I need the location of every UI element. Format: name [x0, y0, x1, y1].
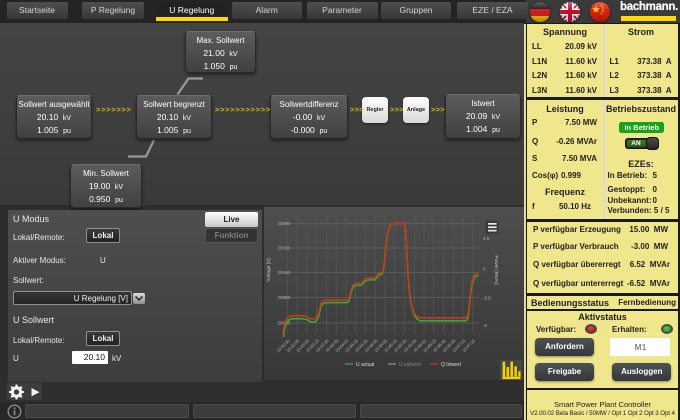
svg-text:Voltage [V]: Voltage [V] — [266, 258, 272, 281]
svg-text:20100: 20100 — [277, 270, 290, 275]
svg-text:Q Istwert: Q Istwert — [441, 362, 462, 368]
svg-text:-5: -5 — [483, 323, 487, 328]
svg-text:-2.5: -2.5 — [483, 296, 491, 301]
svg-text:20200: 20200 — [277, 221, 290, 226]
svg-text:Power [MVAr]: Power [MVAr] — [493, 255, 499, 284]
svg-text:0: 0 — [483, 267, 486, 272]
svg-text:2.5: 2.5 — [483, 236, 490, 241]
svg-text:U actual: U actual — [356, 362, 374, 368]
svg-text:20150: 20150 — [277, 246, 290, 251]
svg-text:U sollwert: U sollwert — [399, 362, 422, 368]
svg-text:20050: 20050 — [277, 295, 290, 300]
